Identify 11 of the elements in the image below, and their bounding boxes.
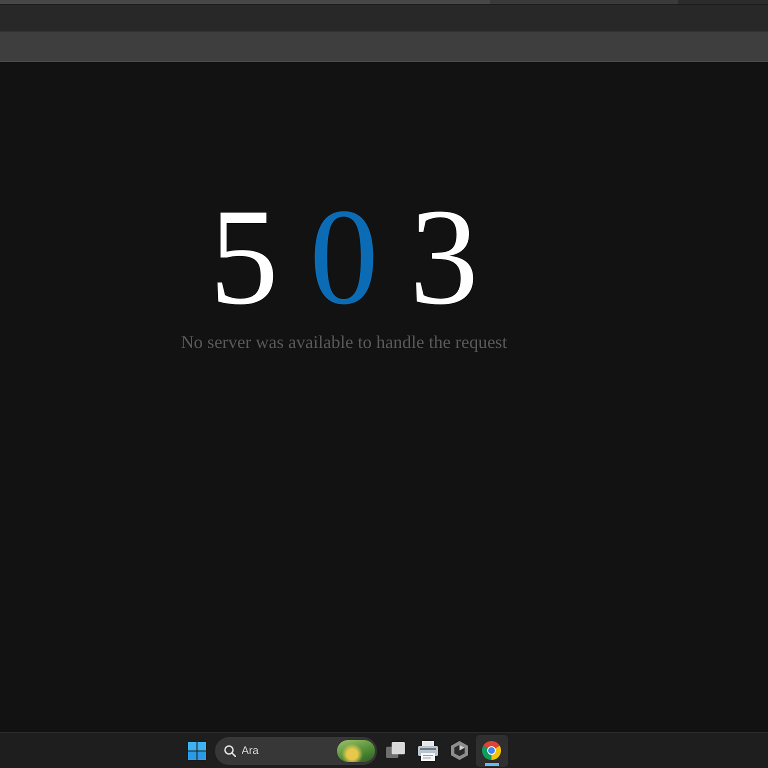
search-icon xyxy=(224,744,236,756)
error-message: No server was available to handle the request xyxy=(180,332,508,354)
browser-icon xyxy=(482,741,501,760)
window-stack-icon xyxy=(386,742,405,758)
four-squares-icon xyxy=(188,742,206,760)
error-code-digit: 5 xyxy=(210,188,278,326)
error-code-digit: 3 xyxy=(410,188,478,326)
taskbar-app-button[interactable] xyxy=(476,734,508,766)
printer-icon xyxy=(418,740,438,760)
error-code-digit: 0 xyxy=(310,188,378,326)
hexagon-icon xyxy=(451,741,468,760)
